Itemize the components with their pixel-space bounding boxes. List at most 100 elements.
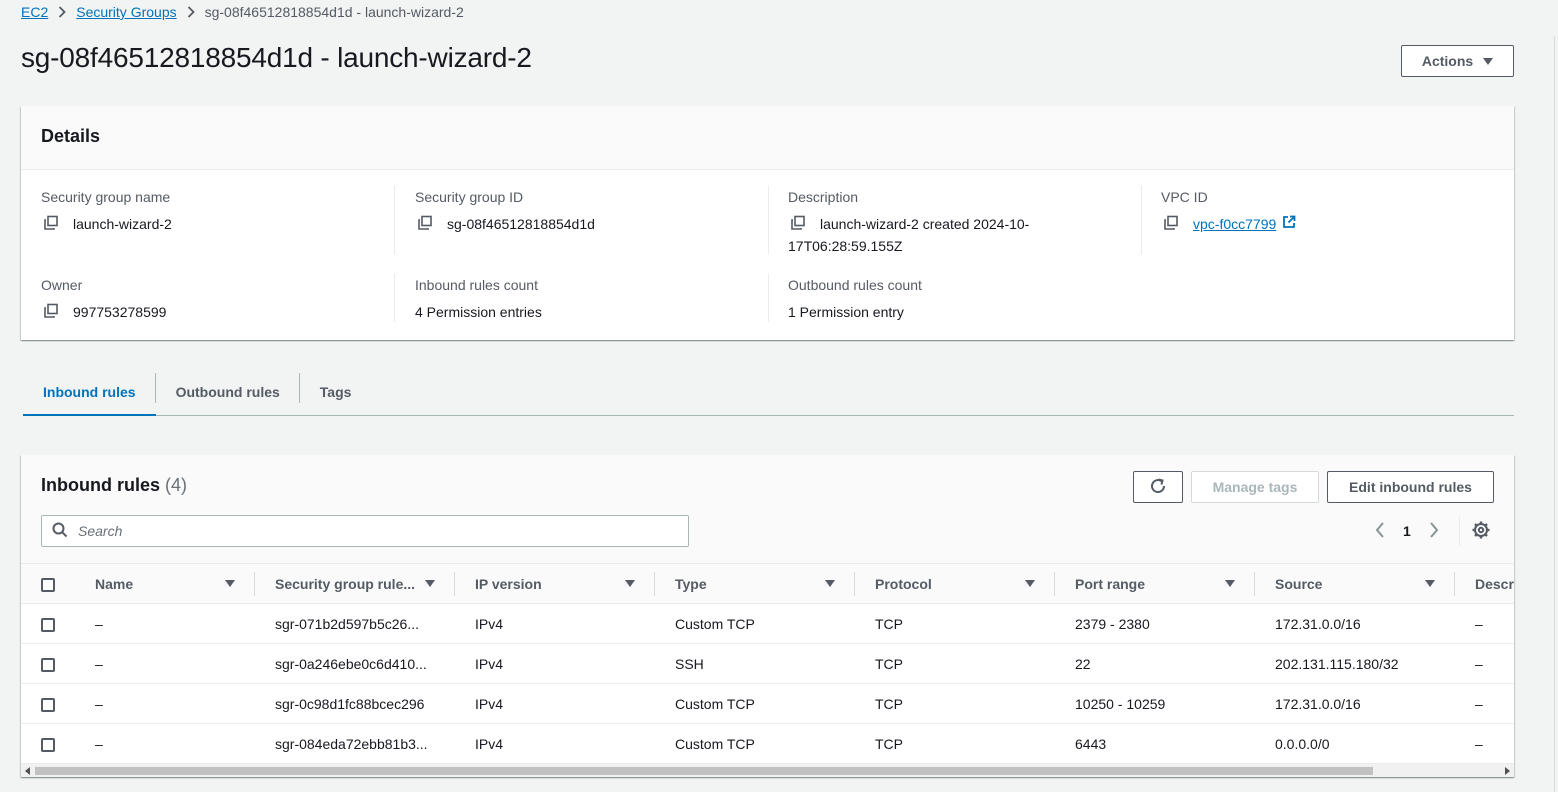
inbound-count-value: 4 Permission entries xyxy=(415,304,542,320)
protocol-cell: TCP xyxy=(855,683,1055,724)
cell-value: IPv4 xyxy=(475,735,504,752)
scroll-left-arrow-icon[interactable] xyxy=(25,767,30,775)
column-label: Type xyxy=(675,575,707,592)
table-row[interactable]: – sgr-084eda72ebb81b3... IPv4 Custom TCP TCP… xyxy=(21,723,1514,763)
inbound-rules-title: Inbound rules (4) xyxy=(41,475,187,496)
select-all-checkbox[interactable] xyxy=(41,577,55,592)
tab-tags[interactable]: Tags xyxy=(300,368,372,415)
column-header-source[interactable]: Source xyxy=(1255,564,1455,604)
inbound-rules-panel: Inbound rules (4) Manage tags Edit inbou… xyxy=(21,455,1514,777)
sg-name-field: Security group name launch-wizard-2 xyxy=(41,189,172,235)
column-header-ip-version[interactable]: IP version xyxy=(455,564,655,604)
inbound-rules-header: Inbound rules (4) Manage tags Edit inbou… xyxy=(21,455,1514,563)
chevron-right-icon[interactable] xyxy=(1429,521,1439,541)
divider xyxy=(768,186,769,254)
source-cell: 172.31.0.0/16 xyxy=(1255,603,1455,644)
cell-value: – xyxy=(95,615,103,632)
horizontal-scrollbar[interactable] xyxy=(21,763,1514,777)
search-input[interactable] xyxy=(78,523,658,539)
gear-icon[interactable] xyxy=(1471,520,1491,540)
column-header-rule-id[interactable]: Security group rule... xyxy=(255,564,455,604)
tab-label: Inbound rules xyxy=(43,383,136,400)
column-header-description[interactable]: Descri xyxy=(1455,564,1514,604)
column-header-type[interactable]: Type xyxy=(655,564,855,604)
cell-value: 0.0.0.0/0 xyxy=(1275,735,1330,752)
refresh-button[interactable] xyxy=(1133,471,1183,503)
column-label: Source xyxy=(1275,575,1323,592)
sort-caret-icon xyxy=(1225,580,1235,587)
cell-value: 172.31.0.0/16 xyxy=(1275,615,1361,632)
cell-value: SSH xyxy=(675,655,704,672)
column-header-name[interactable]: Name xyxy=(75,564,255,604)
rule-id-cell: sgr-0a246ebe0c6d410... xyxy=(255,643,455,684)
cell-value: – xyxy=(95,695,103,712)
table-row[interactable]: – sgr-0a246ebe0c6d410... IPv4 SSH TCP 22 202.1… xyxy=(21,643,1514,684)
cell-value: TCP xyxy=(875,655,903,672)
scroll-right-arrow-icon[interactable] xyxy=(1505,767,1510,775)
pagination: 1 xyxy=(1375,519,1439,543)
row-checkbox[interactable] xyxy=(41,617,55,632)
owner-label: Owner xyxy=(41,277,83,293)
row-checkbox[interactable] xyxy=(41,737,55,752)
divider xyxy=(768,274,769,322)
row-select-cell xyxy=(21,683,75,724)
details-header: Details xyxy=(21,106,1514,170)
inbound-count-label: Inbound rules count xyxy=(415,277,538,293)
details-panel: Details Security group name launch-wizar… xyxy=(21,106,1514,340)
name-cell: – xyxy=(75,603,255,644)
cell-value: Custom TCP xyxy=(675,615,755,632)
inbound-rules-table: Name Security group rule... IP version T… xyxy=(21,563,1514,763)
cell-value: – xyxy=(95,735,103,752)
scrollbar-thumb[interactable] xyxy=(35,767,1373,775)
cell-value: IPv4 xyxy=(475,615,504,632)
cell-value: – xyxy=(1475,655,1483,672)
inbound-count-field: Inbound rules count 4 Permission entries xyxy=(415,277,542,323)
description-cell: – xyxy=(1455,683,1514,724)
source-cell: 172.31.0.0/16 xyxy=(1255,683,1455,724)
row-checkbox[interactable] xyxy=(41,697,55,712)
outbound-count-field: Outbound rules count 1 Permission entry xyxy=(788,277,922,323)
sort-caret-icon xyxy=(1425,580,1435,587)
vpc-id-field: VPC ID vpc-f0cc7799 xyxy=(1161,189,1296,235)
copy-icon[interactable] xyxy=(415,213,435,233)
row-checkbox[interactable] xyxy=(41,657,55,672)
breadcrumb: EC2 Security Groups sg-08f46512818854d1d… xyxy=(21,2,464,22)
tab-outbound-rules[interactable]: Outbound rules xyxy=(156,368,300,415)
page-number[interactable]: 1 xyxy=(1403,523,1411,539)
table-row[interactable]: – sgr-071b2d597b5c26... IPv4 Custom TCP TCP 2… xyxy=(21,603,1514,644)
edit-inbound-rules-button[interactable]: Edit inbound rules xyxy=(1327,471,1494,503)
cell-value: – xyxy=(1475,735,1483,752)
type-cell: Custom TCP xyxy=(655,723,855,763)
actions-button[interactable]: Actions xyxy=(1401,45,1514,77)
owner-field: Owner 997753278599 xyxy=(41,277,166,323)
tab-inbound-rules[interactable]: Inbound rules xyxy=(23,368,156,416)
caret-down-icon xyxy=(1483,57,1494,65)
cell-value: 172.31.0.0/16 xyxy=(1275,695,1361,712)
copy-icon[interactable] xyxy=(41,213,61,233)
chevron-left-icon[interactable] xyxy=(1375,521,1385,541)
description-value-line2: 17T06:28:59.155Z xyxy=(788,238,903,254)
manage-tags-button[interactable]: Manage tags xyxy=(1191,471,1319,503)
page-title: sg-08f46512818854d1d - launch-wizard-2 xyxy=(21,42,532,73)
copy-icon[interactable] xyxy=(788,213,808,233)
column-header-port-range[interactable]: Port range xyxy=(1055,564,1255,604)
cell-value: IPv4 xyxy=(475,655,504,672)
cell-value: sgr-071b2d597b5c26... xyxy=(275,615,419,632)
column-header-protocol[interactable]: Protocol xyxy=(855,564,1055,604)
breadcrumb-security-groups-link[interactable]: Security Groups xyxy=(76,4,176,20)
vpc-id-link[interactable]: vpc-f0cc7799 xyxy=(1193,213,1296,235)
cell-value: sgr-0a246ebe0c6d410... xyxy=(275,655,427,672)
search-field[interactable] xyxy=(41,515,689,547)
type-cell: SSH xyxy=(655,643,855,684)
copy-icon[interactable] xyxy=(1161,213,1181,233)
copy-icon[interactable] xyxy=(41,301,61,321)
row-select-cell xyxy=(21,723,75,763)
select-all-cell xyxy=(21,564,75,604)
row-select-cell xyxy=(21,603,75,644)
tab-label: Outbound rules xyxy=(175,383,280,400)
divider xyxy=(1459,516,1460,546)
table-row[interactable]: – sgr-0c98d1fc88bcec296 IPv4 Custom TCP TCP 1… xyxy=(21,683,1514,724)
breadcrumb-ec2-link[interactable]: EC2 xyxy=(21,4,48,20)
port-range-cell: 2379 - 2380 xyxy=(1055,603,1255,644)
column-label: Protocol xyxy=(875,575,932,592)
